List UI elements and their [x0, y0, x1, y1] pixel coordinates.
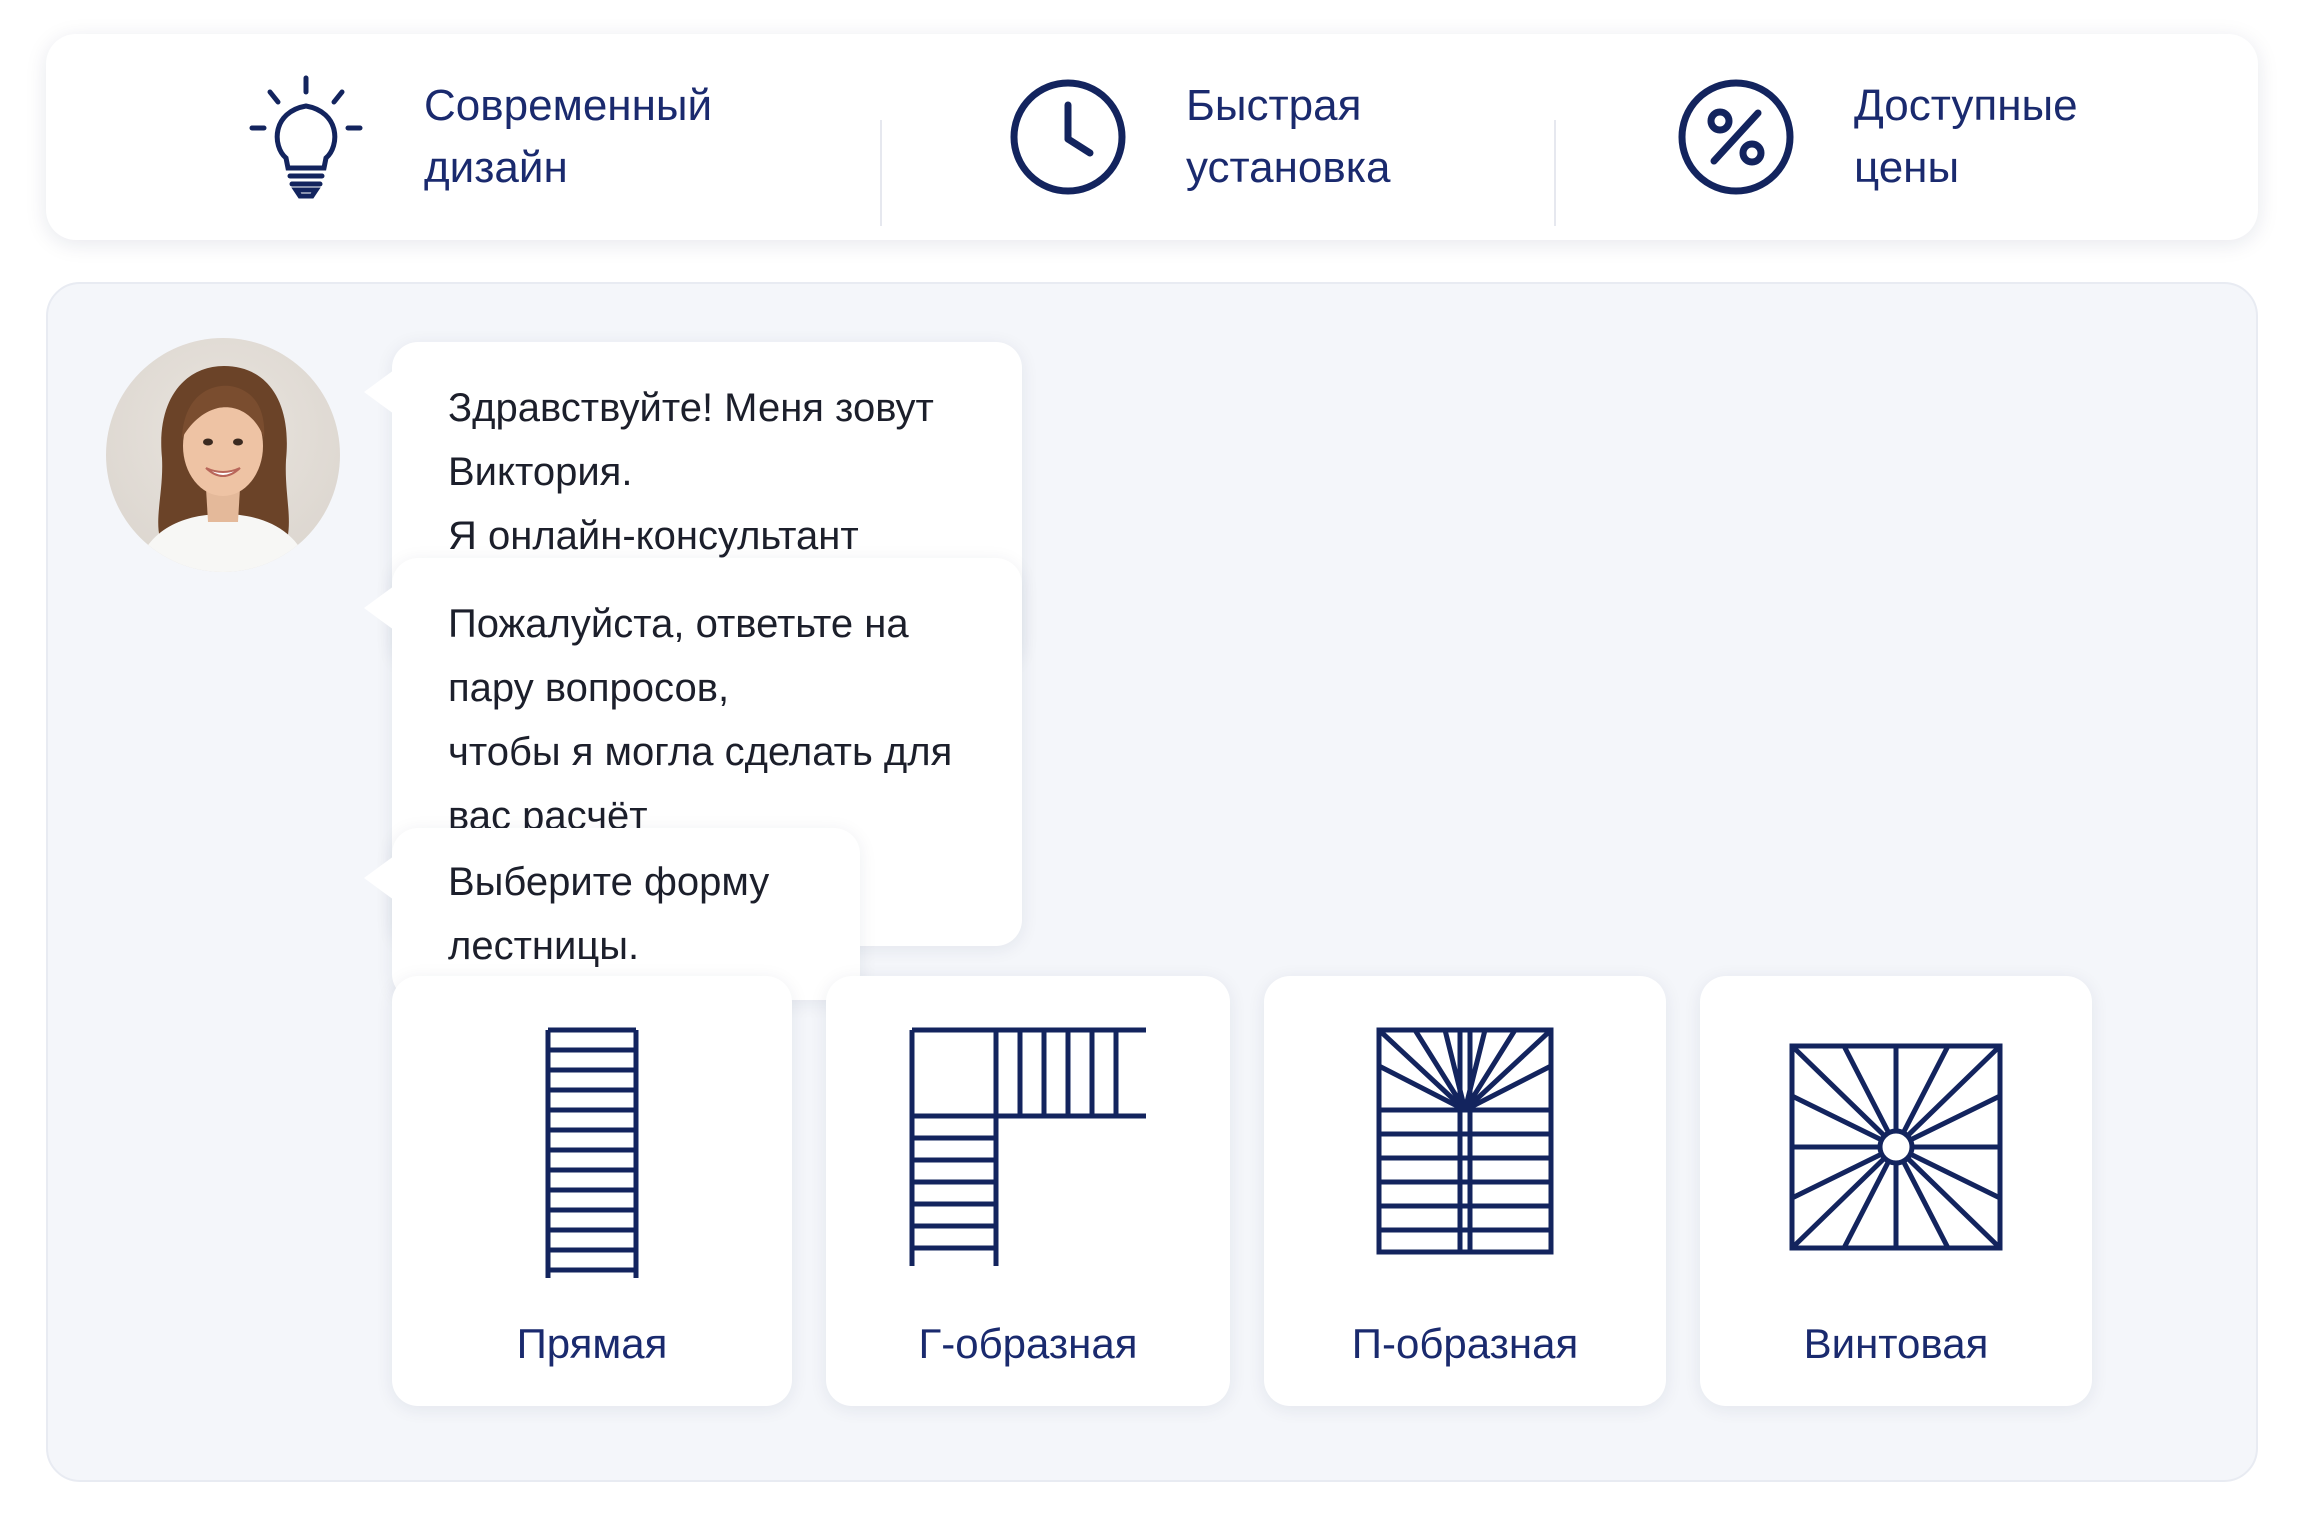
features-divider: [1554, 120, 1556, 226]
option-u-shaped-stair[interactable]: П-образная: [1264, 976, 1666, 1406]
feature-affordable-prices-line1: Доступные: [1854, 81, 2078, 130]
features-divider: [880, 120, 882, 226]
option-label: Винтовая: [1803, 1320, 1989, 1367]
feature-affordable-prices: Доступные цены: [1676, 34, 2078, 240]
option-label: Прямая: [516, 1320, 668, 1367]
l-shaped-stair-icon: [826, 1026, 1230, 1286]
consultant-avatar: [106, 338, 340, 572]
feature-affordable-prices-line2: цены: [1854, 143, 1960, 192]
feature-fast-install-line2: установка: [1186, 143, 1391, 192]
chat-panel: Здравствуйте! Меня зовут Виктория. Я онл…: [46, 282, 2258, 1482]
u-shaped-stair-icon: [1264, 1026, 1666, 1286]
option-l-shaped-stair[interactable]: Г-образная: [826, 976, 1230, 1406]
feature-modern-design: Современный дизайн: [246, 34, 712, 240]
page: Современный дизайн Быстрая установка Дос…: [0, 0, 2304, 1536]
chat-message-choose-shape: Выберите форму лестницы.: [364, 828, 860, 1000]
feature-modern-design-line2: дизайн: [424, 143, 568, 192]
spiral-stair-icon: [1700, 1042, 2092, 1302]
clock-icon: [1008, 77, 1128, 197]
features-bar: Современный дизайн Быстрая установка Дос…: [46, 34, 2258, 240]
lightbulb-icon: [246, 75, 366, 199]
chat-message-line: Пожалуйста, ответьте на пару вопросов,: [448, 602, 909, 710]
option-label: Г-образная: [918, 1320, 1138, 1367]
percent-icon: [1676, 77, 1796, 197]
feature-fast-install-line1: Быстрая: [1186, 81, 1362, 130]
straight-stair-icon: [392, 1026, 792, 1286]
option-straight-stair[interactable]: Прямая: [392, 976, 792, 1406]
chat-message-line: Выберите форму лестницы.: [448, 860, 770, 968]
feature-fast-install: Быстрая установка: [1008, 34, 1390, 240]
feature-modern-design-line1: Современный: [424, 81, 713, 130]
chat-message-line: Здравствуйте! Меня зовут Виктория.: [448, 386, 934, 494]
option-spiral-stair[interactable]: Винтовая: [1700, 976, 2092, 1406]
option-label: П-образная: [1351, 1320, 1579, 1367]
